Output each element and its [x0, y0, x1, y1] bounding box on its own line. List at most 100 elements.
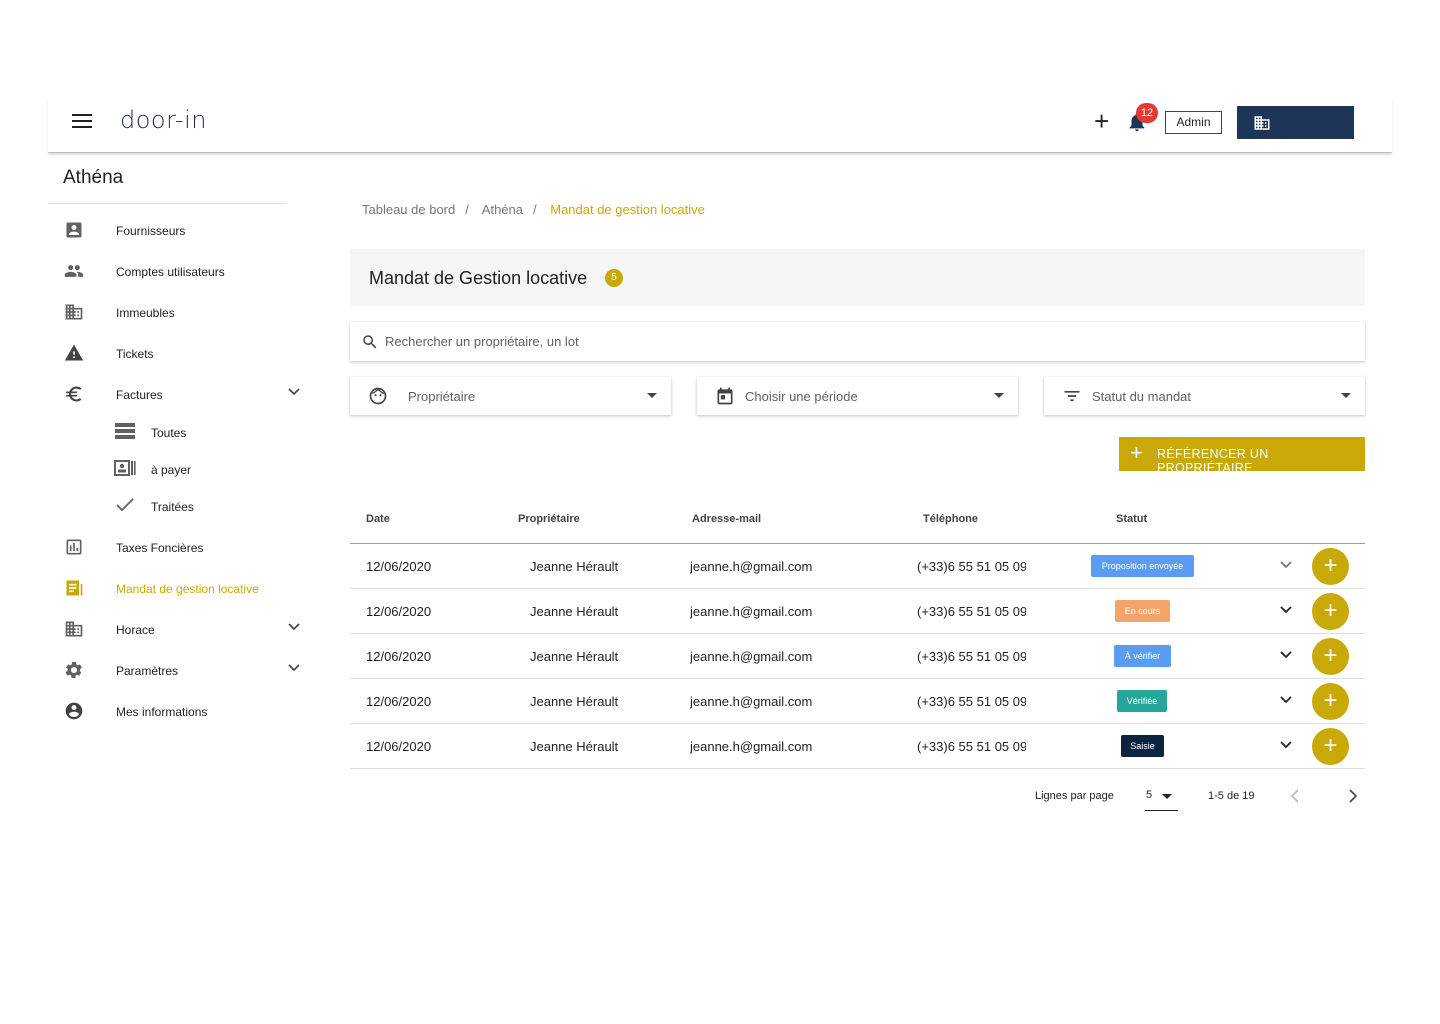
hamburger-menu-icon[interactable] — [72, 114, 92, 130]
breadcrumb-separator: / — [532, 202, 537, 217]
sidebar-item-label: Fournisseurs — [116, 224, 186, 238]
table-row[interactable]: 12/06/2020 Jeanne Hérault jeanne.h@gmail.c… — [350, 634, 1365, 679]
cell-email: jeanne.h@gmail.com — [690, 739, 813, 754]
breadcrumb-item[interactable]: Tableau de bord — [362, 202, 455, 217]
face-icon — [369, 387, 387, 405]
sidebar-item-taxes-foncieres[interactable]: Taxes Foncières — [48, 529, 310, 565]
account-icon — [65, 702, 83, 720]
chevron-down-icon[interactable] — [1280, 696, 1292, 704]
next-page-icon[interactable] — [1348, 789, 1358, 803]
chevron-down-icon[interactable] — [1280, 561, 1292, 569]
status-badge: Proposition envoyée — [1091, 555, 1194, 577]
sidebar-item-label: Paramètres — [116, 664, 179, 678]
period-filter-select[interactable]: Choisir une période — [697, 377, 1018, 415]
chevron-down-icon[interactable] — [1280, 741, 1292, 749]
chevron-down-icon[interactable] — [1280, 606, 1292, 614]
organization-title: Athéna — [63, 167, 124, 188]
cell-email: jeanne.h@gmail.com — [690, 694, 813, 709]
cell-owner: Jeanne Hérault — [530, 649, 619, 664]
previous-page-icon[interactable] — [1290, 789, 1300, 803]
table-row[interactable]: 12/06/2020 Jeanne Hérault jeanne.h@gmail.c… — [350, 679, 1365, 724]
list-icon — [115, 423, 135, 439]
sidebar-item-immeubles[interactable]: Immeubles — [48, 294, 310, 330]
filter-label: Statut du mandat — [1092, 389, 1192, 404]
column-header-date[interactable]: Date — [366, 513, 390, 525]
chevron-down-icon[interactable] — [288, 623, 300, 631]
column-header-phone[interactable]: Téléphone — [923, 513, 978, 525]
sidebar-item-fournisseurs[interactable]: Fournisseurs — [48, 212, 310, 248]
sidebar-item-factures[interactable]: Factures — [48, 376, 310, 412]
chevron-down-icon[interactable] — [288, 388, 300, 396]
bar-chart-icon — [66, 539, 82, 555]
column-header-owner[interactable]: Propriétaire — [518, 513, 580, 525]
sidebar-item-label: Factures — [116, 388, 163, 402]
column-header-status[interactable]: Statut — [1116, 513, 1147, 525]
door-in-logo[interactable]: door-in — [120, 106, 207, 134]
sidebar-item-label: Mes informations — [116, 705, 208, 719]
filter-label: Propriétaire — [408, 389, 476, 404]
sidebar-subitem-toutes[interactable]: Toutes — [110, 416, 310, 448]
rows-per-page-select[interactable]: 5 — [1145, 782, 1178, 811]
sidebar-item-tickets[interactable]: Tickets — [48, 335, 310, 371]
status-badge: Vérifiée — [1117, 690, 1167, 712]
building-icon — [65, 621, 83, 637]
status-filter-select[interactable]: Statut du mandat — [1044, 377, 1365, 415]
row-add-button[interactable]: + — [1312, 593, 1349, 630]
chevron-down-icon[interactable] — [1280, 651, 1292, 659]
page-title: Mandat de Gestion locative — [369, 268, 588, 288]
sidebar-subitem-traitees[interactable]: Traitées — [110, 490, 310, 522]
contact-card-icon — [66, 222, 82, 238]
search-input[interactable] — [385, 330, 1285, 352]
cell-date: 12/06/2020 — [366, 694, 432, 709]
status-badge: À vérifier — [1114, 645, 1171, 667]
chevron-down-icon[interactable] — [288, 664, 300, 672]
cell-email: jeanne.h@gmail.com — [690, 649, 813, 664]
sidebar-item-comptes-utilisateurs[interactable]: Comptes utilisateurs — [48, 253, 310, 289]
cell-owner: Jeanne Hérault — [530, 559, 619, 574]
filter-icon — [1064, 391, 1080, 401]
add-owner-button-label: RÉFÉRENCER UN PROPRIÉTAIRE — [1157, 447, 1269, 475]
sidebar-item-horace[interactable]: Horace — [48, 611, 310, 647]
row-add-button[interactable]: + — [1312, 683, 1349, 720]
owner-filter-select[interactable]: Propriétaire — [350, 377, 671, 415]
sidebar-item-label: Comptes utilisateurs — [116, 265, 225, 279]
cell-owner: Jeanne Hérault — [530, 694, 619, 709]
column-header-email[interactable]: Adresse-mail — [692, 513, 761, 525]
table-row[interactable]: 12/06/2020 Jeanne Hérault jeanne.h@gmail.c… — [350, 589, 1365, 634]
cell-date: 12/06/2020 — [366, 604, 432, 619]
payment-icon — [114, 460, 136, 476]
table-row[interactable]: 12/06/2020 Jeanne Hérault jeanne.h@gmail.c… — [350, 544, 1365, 589]
filter-label: Choisir une période — [745, 389, 858, 404]
caret-down-icon — [1341, 393, 1351, 398]
notifications-count-badge: 12 — [1136, 103, 1158, 123]
add-owner-button[interactable]: + RÉFÉRENCER UN PROPRIÉTAIRE — [1119, 437, 1365, 475]
row-add-button[interactable]: + — [1312, 638, 1349, 675]
cell-owner: Jeanne Hérault — [530, 739, 619, 754]
sidebar-subitem-label: à payer — [151, 463, 192, 477]
sidebar-item-mes-informations[interactable]: Mes informations — [48, 693, 310, 729]
admin-button[interactable]: Admin — [1165, 111, 1222, 134]
top-app-bar: door-in + 12 Admin — [48, 96, 1392, 153]
building-icon — [65, 304, 83, 320]
row-add-button[interactable]: + — [1312, 548, 1349, 585]
sidebar-subitem-a-payer[interactable]: à payer — [110, 453, 310, 485]
cell-phone: (+33)6 55 51 05 09 — [917, 739, 1026, 754]
plus-icon: + — [1130, 440, 1144, 465]
sidebar-item-mandat-de-gestion-locative[interactable]: Mandat de gestion locative — [48, 570, 310, 606]
company-switcher-button[interactable] — [1237, 106, 1354, 139]
cell-phone: (+33)6 55 51 05 09 — [917, 649, 1026, 664]
breadcrumb-item[interactable]: Athéna — [482, 202, 523, 217]
check-icon — [116, 498, 134, 512]
table-row[interactable]: 12/06/2020 Jeanne Hérault jeanne.h@gmail.c… — [350, 724, 1365, 769]
cell-date: 12/06/2020 — [366, 559, 432, 574]
cell-owner: Jeanne Hérault — [530, 604, 619, 619]
sidebar-divider — [48, 203, 286, 204]
sidebar-item-parametres[interactable]: Paramètres — [48, 652, 310, 688]
row-add-button[interactable]: + — [1312, 728, 1349, 765]
cell-phone: (+33)6 55 51 05 09 — [917, 604, 1026, 619]
sidebar-item-label: Immeubles — [116, 306, 175, 320]
add-icon[interactable]: + — [1094, 108, 1109, 134]
sidebar-item-label: Mandat de gestion locative — [116, 582, 259, 596]
sidebar-item-label: Taxes Foncières — [116, 541, 204, 555]
sidebar-item-label: Horace — [116, 623, 155, 637]
